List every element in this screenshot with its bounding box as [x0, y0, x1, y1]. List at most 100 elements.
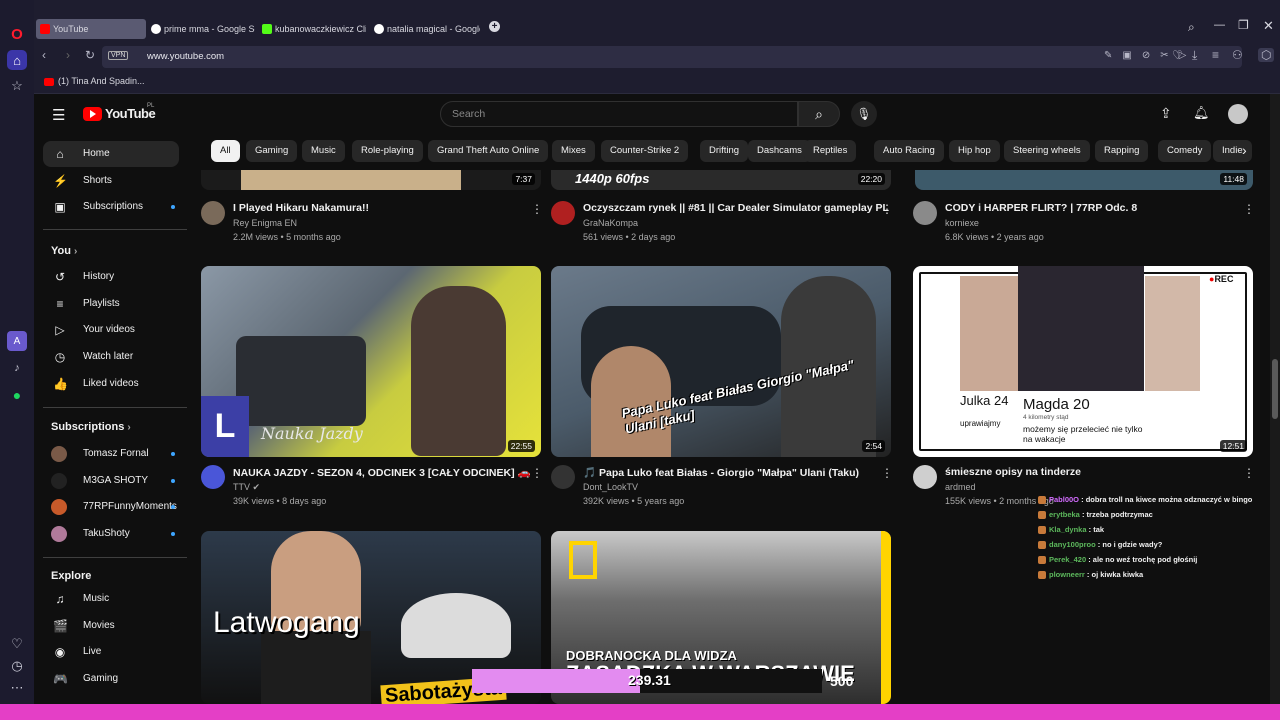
- channel-name[interactable]: ardmed: [945, 482, 976, 492]
- video-thumbnail[interactable]: ●REC Julka 24 uprawiajmy Magda 20 4 kilo…: [913, 266, 1253, 457]
- chip-all[interactable]: All: [211, 140, 240, 162]
- sidebar-item-liked-videos[interactable]: 👍 Liked videos: [43, 371, 179, 397]
- video-title[interactable]: I Played Hikaru Nakamura!!: [233, 202, 369, 214]
- sidebar-item-takushoty[interactable]: TakuShoty: [43, 521, 179, 547]
- opera-logo-icon[interactable]: O: [7, 24, 27, 44]
- more-icon[interactable]: ⋯: [7, 678, 27, 698]
- chip-auto-racing[interactable]: Auto Racing: [874, 140, 944, 162]
- sidebar-item-movies[interactable]: 🎬 Movies: [43, 613, 179, 639]
- chip-gaming[interactable]: Gaming: [246, 140, 298, 162]
- sidebar-item-gaming[interactable]: 🎮 Gaming: [43, 666, 179, 692]
- chip-comedy[interactable]: Comedy: [1158, 140, 1212, 162]
- channel-name[interactable]: GraNaKompa: [583, 218, 638, 228]
- search-tabs-icon[interactable]: ⌕: [1188, 20, 1195, 35]
- menu-icon[interactable]: ≡: [1212, 48, 1219, 62]
- back-icon[interactable]: ‹: [42, 48, 46, 62]
- channel-name[interactable]: Rey Enigma EN: [233, 218, 297, 228]
- spotify-icon[interactable]: ●: [7, 385, 27, 405]
- youtube-logo-icon[interactable]: [83, 107, 102, 121]
- profile-icon[interactable]: ⚇: [1232, 48, 1243, 62]
- voice-search-button[interactable]: 🎙: [851, 101, 877, 127]
- chip-mixes[interactable]: Mixes: [552, 140, 595, 162]
- chip-hip-hop[interactable]: Hip hop: [949, 140, 1000, 162]
- tab-natalia[interactable]: natalia magical - Google S: [370, 19, 480, 39]
- tab-kick-clips[interactable]: kubanowaczkiewicz Clips: [258, 19, 366, 39]
- subscriptions-heading[interactable]: Subscriptions ›: [51, 421, 131, 433]
- scrollbar-thumb[interactable]: [1272, 359, 1278, 419]
- channel-name[interactable]: TTV ✔: [233, 482, 260, 493]
- close-window-button[interactable]: ✕: [1263, 18, 1274, 34]
- more-actions-icon[interactable]: ⋮: [531, 202, 543, 216]
- chip-steering-wheels[interactable]: Steering wheels: [1004, 140, 1090, 162]
- maximize-button[interactable]: ❐: [1238, 18, 1249, 32]
- chip-dashcams[interactable]: Dashcams: [748, 140, 811, 162]
- clock-icon[interactable]: ◷: [7, 656, 27, 676]
- sidebar-item-your-videos[interactable]: ▷ Your videos: [43, 317, 179, 343]
- heart-icon[interactable]: ♡: [7, 634, 27, 654]
- channel-avatar[interactable]: [201, 465, 225, 489]
- chip-reptiles[interactable]: Reptiles: [804, 140, 857, 162]
- forward-icon[interactable]: ›: [66, 48, 70, 62]
- channel-avatar[interactable]: [913, 201, 937, 225]
- account-avatar[interactable]: [1228, 104, 1248, 124]
- tab-prime-mma[interactable]: prime mma - Google Sear: [147, 19, 255, 39]
- channel-avatar[interactable]: [201, 201, 225, 225]
- channel-avatar[interactable]: [551, 201, 575, 225]
- sidebar-item-subscriptions[interactable]: ▣ Subscriptions: [43, 194, 179, 220]
- sidebar-item-watch-later[interactable]: ◷ Watch later: [43, 344, 179, 370]
- search-button[interactable]: ⌕: [798, 101, 840, 127]
- minimize-button[interactable]: —: [1214, 19, 1225, 31]
- chip-drifting[interactable]: Drifting: [700, 140, 749, 162]
- channel-avatar[interactable]: [913, 465, 937, 489]
- sidebar-item-m3ga-shoty[interactable]: M3GA SHOTY: [43, 468, 179, 494]
- video-title[interactable]: NAUKA JAZDY - SEZON 4, ODCINEK 3 [CAŁY O…: [233, 466, 531, 479]
- video-title[interactable]: 🎵 Papa Luko feat Białas - Giorgio "Małpa…: [583, 466, 859, 479]
- tiktok-icon[interactable]: ♪: [7, 358, 27, 378]
- heart-icon[interactable]: ♡: [1172, 48, 1183, 62]
- more-actions-icon[interactable]: ⋮: [881, 202, 893, 216]
- sidebar-item-tomasz-fornal[interactable]: Tomasz Fornal: [43, 441, 179, 467]
- channel-name[interactable]: kornieхе: [945, 218, 979, 228]
- sidebar-item-music[interactable]: ♫ Music: [43, 586, 179, 612]
- video-thumbnail[interactable]: L Nauka Jazdy 22:55: [201, 266, 541, 457]
- chips-next-arrow-icon[interactable]: ›: [1242, 142, 1247, 158]
- video-title[interactable]: Oczyszczam rynek || #81 || Car Dealer Si…: [583, 202, 889, 214]
- more-actions-icon[interactable]: ⋮: [881, 466, 893, 480]
- chip-grand-theft-auto-online[interactable]: Grand Theft Auto Online: [428, 140, 549, 162]
- video-thumbnail[interactable]: Papa Luko feat Białas Giorgio "Małpa" Ul…: [551, 266, 891, 457]
- channel-name[interactable]: Dont_LookTV: [583, 482, 638, 492]
- chip-music[interactable]: Music: [302, 140, 345, 162]
- reload-icon[interactable]: ↻: [85, 48, 95, 62]
- vpn-badge[interactable]: VPN: [108, 51, 129, 60]
- extensions-icon[interactable]: ⬡: [1258, 48, 1275, 62]
- sidebar-item-77rpfunnymoments[interactable]: 77RPFunnyMoments: [43, 494, 179, 520]
- more-actions-icon[interactable]: ⋮: [1243, 202, 1255, 216]
- sidebar-item-shorts[interactable]: ⚡ Shorts: [43, 168, 179, 194]
- video-title[interactable]: śmieszne opisy na tinderze: [945, 466, 1081, 478]
- tab-youtube[interactable]: YouTube: [36, 19, 146, 39]
- more-actions-icon[interactable]: ⋮: [1243, 466, 1255, 480]
- video-thumbnail[interactable]: 11:48: [915, 170, 1253, 190]
- sidebar-item-home[interactable]: ⌂ Home: [43, 141, 179, 167]
- url-field[interactable]: VPN www.youtube.com ✎▣⊘✂▷: [102, 46, 1242, 68]
- bookmark-item[interactable]: (1) Tina And Spadin...: [58, 76, 145, 86]
- star-icon[interactable]: ☆: [7, 76, 27, 96]
- chip-counter-strike-2[interactable]: Counter-Strike 2: [601, 140, 689, 162]
- notifications-bell-icon[interactable]: 🔔︎: [1193, 105, 1210, 121]
- search-input[interactable]: Search: [440, 101, 798, 127]
- channel-avatar[interactable]: [551, 465, 575, 489]
- aria-icon[interactable]: A: [7, 331, 27, 351]
- download-icon[interactable]: ⤓: [1192, 48, 1197, 63]
- sidebar-item-live[interactable]: ◉ Live: [43, 639, 179, 665]
- you-heading[interactable]: You ›: [51, 245, 77, 257]
- home-speed-dial-icon[interactable]: ⌂: [7, 50, 27, 70]
- more-actions-icon[interactable]: ⋮: [531, 466, 543, 480]
- scrollbar-track[interactable]: [1270, 94, 1280, 704]
- guide-menu-icon[interactable]: ☰: [52, 106, 65, 124]
- chip-rapping[interactable]: Rapping: [1095, 140, 1149, 162]
- sidebar-item-playlists[interactable]: ≡ Playlists: [43, 291, 179, 317]
- new-tab-button[interactable]: +: [489, 21, 500, 32]
- video-thumbnail[interactable]: 7:37: [201, 170, 541, 190]
- upload-icon[interactable]: ⇪: [1160, 105, 1172, 122]
- video-thumbnail[interactable]: 1440p 60fps 22:20: [551, 170, 891, 190]
